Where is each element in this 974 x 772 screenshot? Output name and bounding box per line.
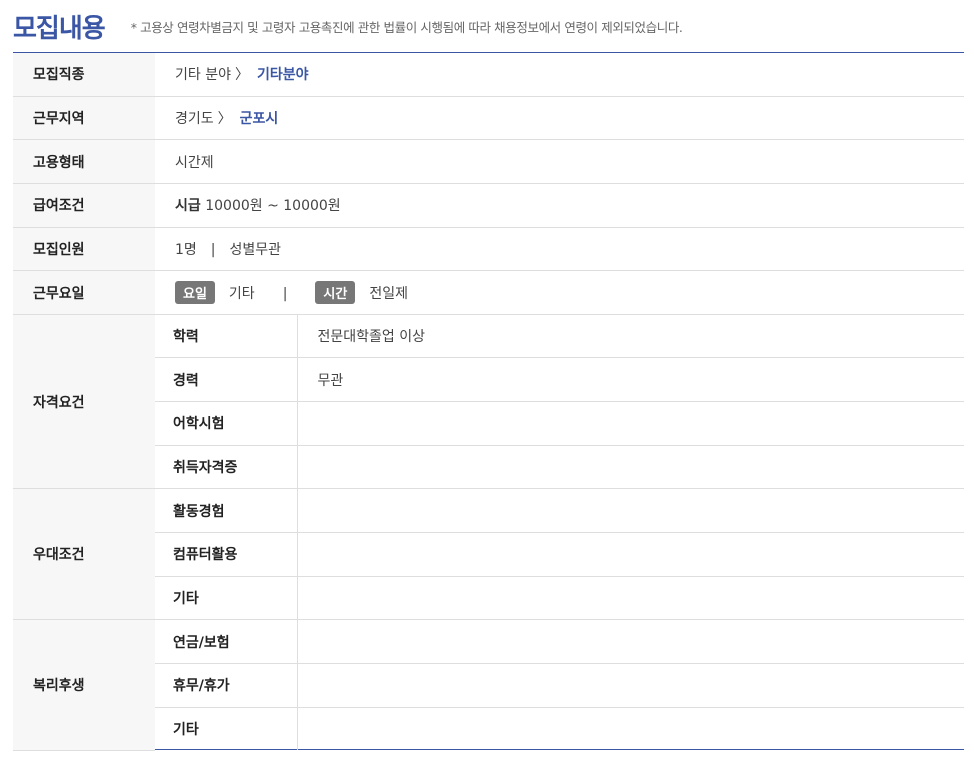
- schedule-time: 전일제: [369, 286, 408, 302]
- sub-label: 휴무/휴가: [155, 663, 297, 708]
- section-header: 모집내용 * 고용상 연령차별금지 및 고령자 고용촉진에 관한 법률이 시행됨…: [13, 6, 964, 46]
- location-province: 경기도: [175, 110, 214, 127]
- row-salary: 급여조건 시급 10000원 ~ 10000원: [13, 183, 964, 228]
- sub-label: 컴퓨터활용: [155, 532, 297, 577]
- row-schedule: 근무요일 요일 기타 | 시간 전일제: [13, 270, 964, 315]
- row-headcount: 모집인원 1명 | 성별무관: [13, 227, 964, 272]
- day-tag-badge: 요일: [175, 281, 215, 304]
- row-qualification: 경력 무관: [13, 357, 964, 403]
- sub-value: 전문대학졸업 이상: [296, 314, 964, 359]
- sub-label: 경력: [155, 357, 297, 403]
- job-category: 기타 분야: [175, 67, 231, 84]
- group-label-preferences: 우대조건: [13, 488, 155, 621]
- salary-value: 시급 10000원 ~ 10000원: [155, 183, 964, 228]
- employment-type-value: 시간제: [155, 139, 964, 184]
- row-job-type: 모집직종 기타 분야 〉 기타분야: [13, 53, 964, 97]
- divider: |: [210, 241, 216, 258]
- row-preference: 기타: [13, 576, 964, 621]
- sub-value: [296, 576, 964, 621]
- sub-value: [296, 488, 964, 533]
- group-label-benefits: 복리후생: [13, 619, 155, 751]
- row-qualification: 자격요건 학력 전문대학졸업 이상: [13, 314, 964, 490]
- salary-unit: 시급: [175, 198, 201, 215]
- section-title: 모집내용: [13, 13, 106, 44]
- row-qualification: 취득자격증: [13, 445, 964, 490]
- sub-label: 연금/보험: [155, 619, 297, 664]
- schedule-value: 요일 기타 | 시간 전일제: [155, 270, 964, 315]
- row-benefit: 휴무/휴가: [13, 663, 964, 708]
- sub-label: 기타: [155, 576, 297, 621]
- row-label: 근무지역: [13, 96, 155, 141]
- row-label: 모집직종: [13, 53, 155, 97]
- sub-value: [296, 532, 964, 577]
- job-type-value: 기타 분야 〉 기타분야: [155, 53, 964, 97]
- chevron-right-icon: 〉: [234, 67, 249, 84]
- time-tag-badge: 시간: [315, 281, 356, 304]
- row-location: 근무지역 경기도 〉 군포시: [13, 96, 964, 141]
- schedule-day: 기타: [228, 286, 255, 302]
- location-city: 군포시: [239, 110, 279, 127]
- row-label: 모집인원: [13, 227, 155, 272]
- row-preference: 우대조건 활동경험: [13, 488, 964, 621]
- sub-label: 활동경험: [155, 488, 297, 533]
- row-benefit: 복리후생 연금/보험: [13, 619, 964, 751]
- sub-label: 어학시험: [155, 401, 297, 446]
- row-label: 급여조건: [13, 183, 155, 228]
- sub-label: 기타: [173, 721, 199, 738]
- sub-value: 무관: [296, 357, 964, 403]
- recruitment-details-table: 모집직종 기타 분야 〉 기타분야 근무지역 경기도 〉 군포시 고용형태 시간제 급여…: [13, 52, 964, 751]
- headcount-gender: 성별무관: [229, 241, 282, 258]
- age-notice: * 고용상 연령차별금지 및 고령자 고용촉진에 관한 법률이 시행됨에 따라 …: [130, 19, 683, 35]
- job-detail: 기타분야: [256, 67, 309, 84]
- row-preference: 컴퓨터활용: [13, 532, 964, 577]
- sub-value: [296, 663, 964, 708]
- chevron-right-icon: 〉: [217, 110, 232, 127]
- headcount-value: 1명 | 성별무관: [155, 227, 964, 272]
- sub-value: [296, 707, 964, 751]
- divider: |: [282, 286, 288, 302]
- sub-label: 취득자격증: [155, 445, 297, 490]
- sub-label: 학력: [155, 314, 297, 359]
- salary-range: 10000원 ~ 10000원: [205, 198, 341, 215]
- location-value: 경기도 〉 군포시: [155, 96, 964, 141]
- sub-value: [296, 619, 964, 664]
- group-label-qualifications: 자격요건: [13, 314, 155, 490]
- sub-value: [296, 445, 964, 490]
- row-label: 고용형태: [13, 139, 155, 184]
- row-qualification: 어학시험: [13, 401, 964, 446]
- row-benefit: 기타: [13, 707, 964, 751]
- headcount-count: 1명: [175, 241, 197, 258]
- row-employment-type: 고용형태 시간제: [13, 139, 964, 184]
- row-label: 근무요일: [13, 270, 155, 315]
- sub-value: [296, 401, 964, 446]
